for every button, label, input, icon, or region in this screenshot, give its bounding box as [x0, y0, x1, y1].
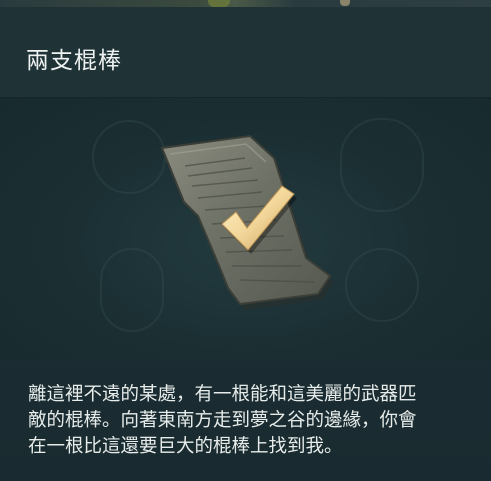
quest-note-panel: 兩支棍棒 離這裡不遠的某處，有一根能和這美麗的武器匹 敵的棍棒。向著東南方走到夢…	[0, 0, 491, 481]
note-description: 離這裡不遠的某處，有一根能和這美麗的武器匹 敵的棍棒。向著東南方走到夢之谷的邊緣…	[28, 382, 468, 460]
description-line: 離這裡不遠的某處，有一根能和這美麗的武器匹	[28, 384, 417, 405]
top-decoration-left	[208, 0, 230, 7]
note-title: 兩支棍棒	[26, 48, 122, 74]
panel-header: 兩支棍棒	[0, 7, 491, 98]
top-border-strip	[0, 0, 491, 7]
description-line: 在一根比這還要巨大的棍棒上找到我。	[28, 436, 343, 457]
description-line: 敵的棍棒。向著東南方走到夢之谷的邊緣，你會	[28, 410, 417, 431]
item-artwork-area	[0, 98, 491, 360]
stone-tablet-icon	[160, 134, 334, 310]
top-decoration-right	[340, 0, 350, 6]
item-illustration	[160, 134, 334, 310]
